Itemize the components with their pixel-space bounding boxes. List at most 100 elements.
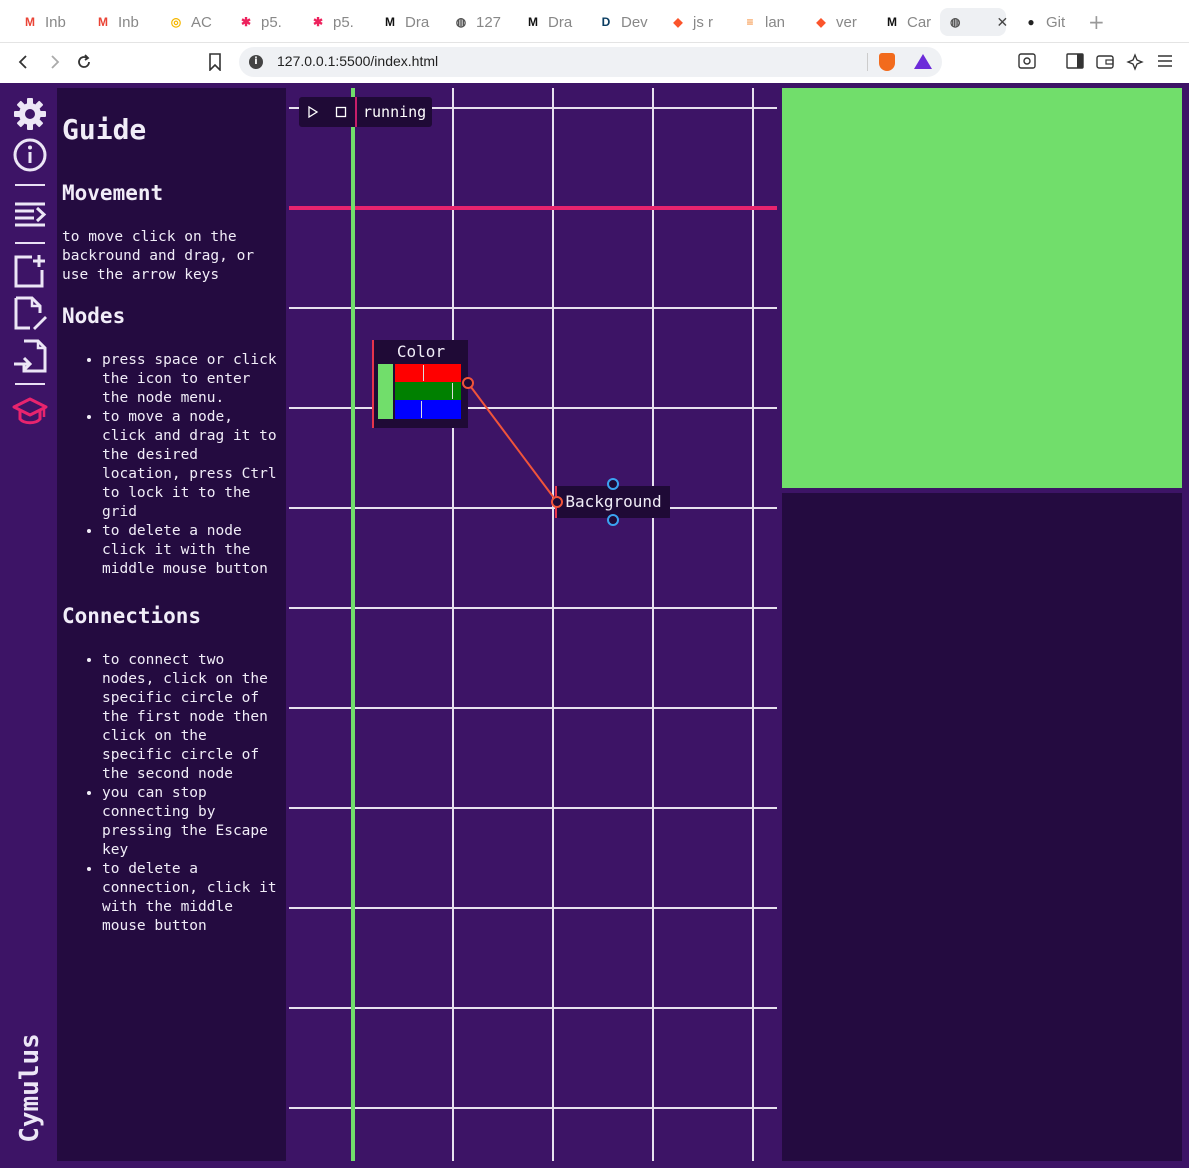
browser-tab[interactable]: ≡ lan [732,8,785,36]
browser-tab[interactable]: ◍ ✕ [940,8,1008,36]
browser-tab[interactable]: ✱ p5. [228,8,282,36]
editor-grid [289,88,777,1161]
browser-tab[interactable]: ◆ js r [660,8,713,36]
menu-icon[interactable] [1155,53,1175,71]
color-swatch [378,364,393,419]
connections-list: to connect two nodes, click on the speci… [62,651,281,936]
tab-label: Git [1046,13,1066,31]
node-title: Color [396,342,446,361]
node-editor-canvas[interactable]: running Color Background [289,88,777,1161]
stop-icon[interactable] [327,97,355,127]
back-arrow-icon[interactable] [11,49,37,75]
play-icon[interactable] [299,97,327,127]
list-item: to connect two nodes, click on the speci… [102,651,281,784]
globe-icon: ◍ [455,15,467,29]
gmail-icon: M [98,15,108,29]
brave-rewards-icon[interactable] [914,54,932,69]
site-info-icon[interactable]: i [249,55,263,69]
color-node[interactable]: Color [372,340,468,428]
connections-heading: Connections [62,604,202,628]
browser-tab-bar: M Inb M Inb ◎ AC ✱ p5. ✱ p5. M Dra ◍ 127 M Dra D Dev ◆ js r… [0,0,1189,43]
bookmark-icon[interactable] [202,49,228,75]
graduation-cap-icon[interactable] [12,393,48,429]
p5-icon: ✱ [240,15,252,29]
green-channel-slider[interactable] [395,382,461,400]
tab-label: lan [765,13,786,31]
sidebar-divider [15,242,45,244]
browser-tab[interactable]: D Dev [588,8,648,36]
browser-tab[interactable]: ● Git [1013,8,1065,36]
info-icon[interactable] [12,137,48,173]
medium-icon: M [528,15,538,29]
list-icon[interactable] [12,195,48,231]
output-panel [782,493,1182,1161]
wallet-icon[interactable] [1095,53,1115,71]
tab-label: AC [191,13,212,31]
app-root: Cymulus Guide Movement to move click on … [0,83,1189,1168]
search-tab-icon[interactable] [1017,53,1037,71]
nodes-list: press space or click the icon to enter t… [62,351,281,579]
tab-label: Inb [45,13,66,31]
sidebar-divider [15,184,45,186]
brand-logo: Cymulus [7,1018,52,1158]
reload-icon[interactable] [71,49,97,75]
browser-tab[interactable]: ◆ ver [803,8,857,36]
guide-panel: Guide Movement to move click on the back… [57,88,286,1161]
url-field[interactable]: i 127.0.0.1:5500/index.html [239,47,942,77]
tab-label: p5. [261,13,282,31]
tab-label: Dra [405,13,430,31]
browser-address-bar: i 127.0.0.1:5500/index.html [0,43,1189,81]
browser-tab[interactable]: ✱ p5. [300,8,354,36]
brave-icon: ◆ [673,15,683,29]
red-channel-slider[interactable] [395,364,461,382]
sidebar-toggle-icon[interactable] [1065,53,1085,71]
stackoverflow-icon: ≡ [746,15,754,29]
import-file-icon[interactable] [12,338,48,374]
dev-icon: D [601,15,611,29]
new-tab-icon[interactable]: + [1088,10,1105,34]
tab-label: p5. [333,13,354,31]
gmail-icon: M [25,15,35,29]
run-status: running [355,97,432,127]
guide-title: Guide [62,113,147,146]
browser-tab[interactable]: M Dra [372,8,429,36]
browser-tab[interactable]: M Dra [515,8,572,36]
leo-ai-icon[interactable] [1125,53,1145,71]
medium-icon: M [385,15,395,29]
brave-shield-icon[interactable] [879,53,895,71]
ac-icon: ◎ [170,15,182,29]
close-icon[interactable]: ✕ [996,14,1008,31]
list-item: to delete a connection, click it with th… [102,860,281,936]
preview-canvas [782,88,1182,488]
browser-tab[interactable]: ◎ AC [158,8,212,36]
new-file-icon[interactable] [12,253,48,289]
tab-label: Inb [118,13,139,31]
blue-channel-slider[interactable] [395,400,461,419]
run-toolbar: running [299,97,433,127]
tab-label: ver [836,13,857,31]
edit-file-icon[interactable] [12,295,48,331]
browser-tab[interactable]: M Car [874,8,931,36]
github-icon: ● [1027,15,1035,29]
forward-arrow-icon[interactable] [41,49,67,75]
sidebar: Cymulus [7,88,52,1161]
brand-name: Cymulus [14,1033,45,1143]
browser-tab[interactable]: ◍ 127 [443,8,501,36]
background-node[interactable]: Background [555,486,670,518]
browser-tab[interactable]: M Inb [85,8,139,36]
brave-icon: ◆ [816,15,826,29]
browser-tab[interactable]: M Inb [12,8,66,36]
globe-icon: ◍ [950,15,961,29]
tab-label: 127 [476,13,502,31]
url-text[interactable]: 127.0.0.1:5500/index.html [277,53,438,69]
url-divider [867,53,868,71]
tab-label: js r [693,13,713,31]
node-title: Background [565,492,662,511]
tab-label: Dev [621,13,648,31]
movement-heading: Movement [62,181,164,205]
list-item: to move a node, click and drag it to the… [102,408,281,522]
tab-label: Car [907,13,932,31]
list-item: to delete a node click it with the middl… [102,522,281,579]
gear-icon[interactable] [12,96,48,132]
sidebar-divider [15,383,45,385]
